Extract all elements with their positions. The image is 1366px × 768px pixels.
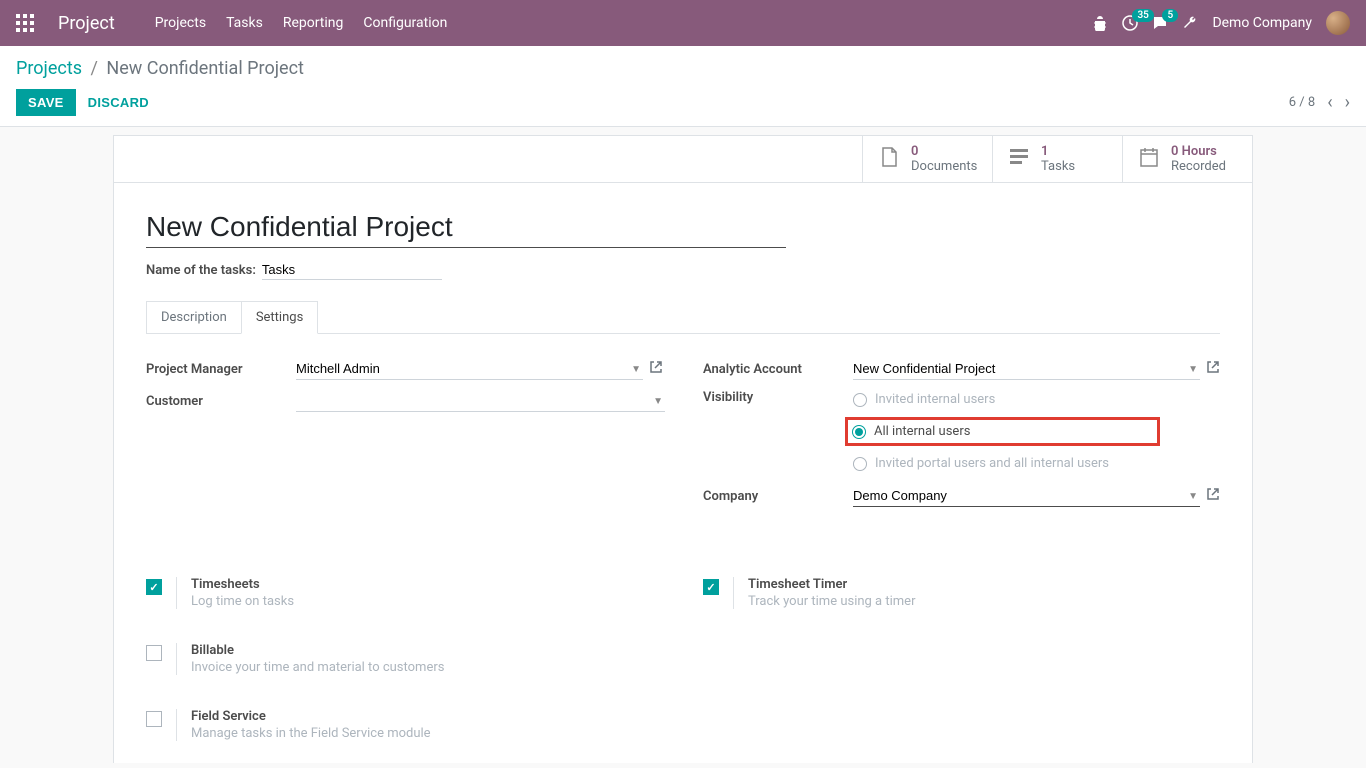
billable-checkbox[interactable] (146, 645, 162, 661)
option-desc: Invoice your time and material to custom… (191, 660, 444, 675)
customer-select[interactable] (296, 390, 665, 412)
customer-label: Customer (146, 394, 296, 409)
visibility-opt-portal[interactable]: Invited portal users and all internal us… (853, 456, 1220, 471)
company-switcher[interactable]: Demo Company (1212, 15, 1312, 31)
external-link-icon[interactable] (649, 360, 663, 378)
tasks-icon (1007, 145, 1031, 173)
chat-badge: 5 (1162, 9, 1178, 22)
option-field-service: Field Service Manage tasks in the Field … (146, 709, 663, 741)
pager-text: 6 / 8 (1289, 95, 1315, 110)
visibility-opt-all-internal[interactable]: All internal users (852, 424, 1151, 439)
nav-reporting[interactable]: Reporting (283, 15, 344, 31)
analytic-account-label: Analytic Account (703, 362, 853, 377)
option-desc: Track your time using a timer (748, 594, 915, 609)
option-title: Timesheets (191, 577, 294, 592)
option-desc: Manage tasks in the Field Service module (191, 726, 431, 741)
radio-icon (853, 393, 867, 407)
company-select[interactable] (853, 485, 1200, 507)
radio-label: Invited internal users (875, 392, 995, 407)
external-link-icon[interactable] (1206, 360, 1220, 378)
timer-checkbox[interactable] (703, 579, 719, 595)
stat-tasks[interactable]: 1 Tasks (992, 136, 1122, 182)
option-billable: Billable Invoice your time and material … (146, 643, 663, 675)
wrench-icon[interactable] (1182, 15, 1198, 31)
chat-icon[interactable]: 5 (1152, 15, 1168, 31)
bug-icon[interactable] (1092, 15, 1108, 31)
task-name-label: Name of the tasks: (146, 263, 256, 278)
clock-badge: 35 (1132, 9, 1153, 22)
analytic-account-select[interactable] (853, 358, 1200, 380)
option-desc: Log time on tasks (191, 594, 294, 609)
nav-links: Projects Tasks Reporting Configuration (155, 15, 448, 31)
radio-icon (853, 457, 867, 471)
option-timesheets: Timesheets Log time on tasks (146, 577, 663, 609)
option-timesheet-timer: Timesheet Timer Track your time using a … (703, 577, 1220, 609)
timesheets-checkbox[interactable] (146, 579, 162, 595)
nav-tasks[interactable]: Tasks (226, 15, 263, 31)
breadcrumb-current: New Confidential Project (106, 58, 304, 79)
breadcrumb-root[interactable]: Projects (16, 58, 82, 79)
pager: 6 / 8 ‹ › (1289, 92, 1350, 113)
company-label: Company (703, 489, 853, 504)
app-brand[interactable]: Project (58, 13, 115, 34)
stat-hours[interactable]: 0 Hours Recorded (1122, 136, 1252, 182)
main-content: 0 Documents 1 Tasks 0 Hours (0, 127, 1366, 763)
option-title: Timesheet Timer (748, 577, 915, 592)
top-navbar: Project Projects Tasks Reporting Configu… (0, 0, 1366, 46)
stat-tasks-value: 1 (1041, 144, 1075, 159)
discard-button[interactable]: DISCARD (76, 89, 161, 116)
nav-configuration[interactable]: Configuration (363, 15, 447, 31)
radio-label: Invited portal users and all internal us… (875, 456, 1109, 471)
control-panel: Projects / New Confidential Project SAVE… (0, 46, 1366, 127)
notebook-tabs: Description Settings (146, 300, 1220, 334)
form-sheet: 0 Documents 1 Tasks 0 Hours (113, 135, 1253, 763)
documents-icon (877, 145, 901, 173)
pager-prev-icon[interactable]: ‹ (1327, 92, 1332, 113)
project-name-input[interactable] (146, 207, 786, 248)
breadcrumb: Projects / New Confidential Project (16, 58, 1350, 79)
radio-icon (852, 425, 866, 439)
stat-hours-value: 0 Hours (1171, 144, 1226, 159)
stat-tasks-label: Tasks (1041, 159, 1075, 174)
radio-label: All internal users (874, 424, 970, 439)
clock-icon[interactable]: 35 (1122, 15, 1138, 31)
visibility-opt-invited-internal[interactable]: Invited internal users (853, 392, 1220, 407)
external-link-icon[interactable] (1206, 487, 1220, 505)
save-button[interactable]: SAVE (16, 89, 76, 116)
project-manager-label: Project Manager (146, 362, 296, 377)
option-title: Field Service (191, 709, 431, 724)
pager-next-icon[interactable]: › (1345, 92, 1350, 113)
stat-documents[interactable]: 0 Documents (862, 136, 992, 182)
tab-settings[interactable]: Settings (241, 301, 318, 334)
visibility-label: Visibility (703, 390, 853, 405)
highlight-box: All internal users (845, 417, 1160, 446)
calendar-icon (1137, 145, 1161, 173)
tab-description[interactable]: Description (146, 301, 241, 334)
stat-buttons: 0 Documents 1 Tasks 0 Hours (114, 136, 1252, 183)
task-name-input[interactable] (262, 260, 442, 280)
user-avatar[interactable] (1326, 11, 1350, 35)
option-title: Billable (191, 643, 444, 658)
nav-projects[interactable]: Projects (155, 15, 206, 31)
project-manager-select[interactable] (296, 358, 643, 380)
apps-menu-icon[interactable] (16, 14, 34, 32)
stat-documents-label: Documents (911, 159, 977, 174)
stat-documents-value: 0 (911, 144, 977, 159)
stat-hours-label: Recorded (1171, 159, 1226, 174)
fieldservice-checkbox[interactable] (146, 711, 162, 727)
